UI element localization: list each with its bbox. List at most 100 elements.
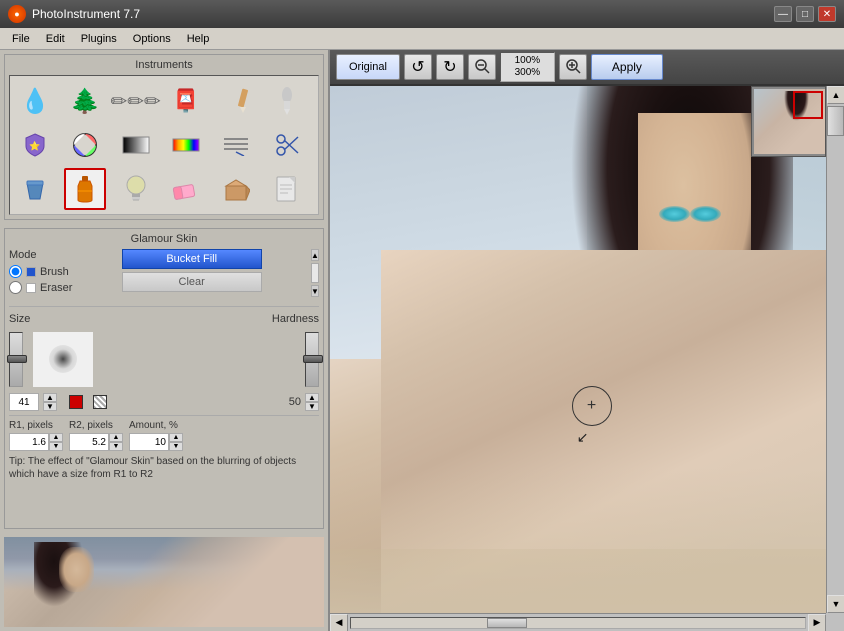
tool-paper[interactable]: [266, 168, 308, 210]
zoom-value: 100%: [507, 55, 548, 67]
size-input[interactable]: [9, 393, 39, 411]
title-bar: ● PhotoInstrument 7.7 — □ ✕: [0, 0, 844, 28]
image-area[interactable]: + ↙ ▲ ▼ ◀: [330, 86, 844, 631]
scroll-v-up-btn[interactable]: ▲: [827, 86, 844, 104]
scroll-v-thumb[interactable]: [827, 106, 844, 136]
tool-dropper[interactable]: 💧: [14, 80, 56, 122]
radio-eraser[interactable]: Eraser: [9, 281, 72, 294]
tool-shield[interactable]: ⭐: [14, 124, 56, 166]
apply-button[interactable]: Apply: [591, 54, 663, 80]
r2-group: R2, pixels ▲ ▼: [69, 420, 123, 451]
r1-input[interactable]: [9, 433, 49, 451]
tool-lines[interactable]: [215, 124, 257, 166]
scroll-h-left-btn[interactable]: ◀: [330, 614, 348, 631]
scroll-h-right-btn[interactable]: ▶: [808, 614, 826, 631]
original-button[interactable]: Original: [336, 54, 400, 80]
hardness-value: 50: [289, 396, 301, 408]
tool-colorwheel[interactable]: [64, 124, 106, 166]
r2-label: R2, pixels: [69, 420, 123, 431]
brush-radio[interactable]: [9, 265, 22, 278]
amount-spin-up[interactable]: ▲: [169, 433, 183, 442]
instruments-grid: 💧 🌲 ✏✏✏ 📮: [9, 75, 319, 215]
tool-scissors[interactable]: [266, 124, 308, 166]
bucket-fill-button[interactable]: Bucket Fill: [122, 249, 262, 269]
tool-brush[interactable]: [215, 80, 257, 122]
r2-spin-up[interactable]: ▲: [109, 433, 123, 442]
size-spin-down[interactable]: ▼: [43, 402, 57, 411]
tool-gradient[interactable]: [115, 124, 157, 166]
eraser-radio[interactable]: [9, 281, 22, 294]
action-buttons: Bucket Fill Clear: [80, 249, 303, 292]
menu-edit[interactable]: Edit: [38, 31, 73, 47]
scroll-down-btn[interactable]: ▼: [311, 285, 319, 297]
close-button[interactable]: ✕: [818, 6, 836, 22]
scroll-v-down-btn[interactable]: ▼: [827, 595, 844, 613]
pattern-swatch[interactable]: [93, 395, 107, 409]
zoom-display: 100% 300%: [500, 52, 555, 82]
hardness-slider[interactable]: [305, 332, 319, 387]
r1-input-row: ▲ ▼: [9, 433, 63, 451]
brush-circle: [49, 345, 77, 373]
size-slider[interactable]: [9, 332, 23, 387]
r2-spin-down[interactable]: ▼: [109, 442, 123, 451]
scroll-h-track[interactable]: [350, 617, 806, 629]
amount-input[interactable]: [129, 433, 169, 451]
tool-pencils[interactable]: ✏✏✏: [115, 80, 157, 122]
slider-area: [9, 329, 319, 389]
hardness-spin-up[interactable]: ▲: [305, 393, 319, 402]
thumbnail-image: [754, 89, 825, 154]
glamour-title: Glamour Skin: [9, 233, 319, 245]
zoom-in-button[interactable]: [559, 54, 587, 80]
hardness-slider-thumb[interactable]: [303, 355, 323, 363]
tool-tree[interactable]: 🌲: [64, 80, 106, 122]
hardness-spinners: ▲ ▼: [305, 393, 319, 411]
tool-box[interactable]: [215, 168, 257, 210]
size-controls: ▲ ▼ 50 ▲ ▼: [9, 393, 319, 411]
tool-stamp[interactable]: 📮: [165, 80, 207, 122]
zoom-out-button[interactable]: [468, 54, 496, 80]
zoom-in-icon: [565, 58, 581, 77]
instruments-title: Instruments: [9, 59, 319, 71]
zoom-max: 300%: [507, 67, 548, 79]
maximize-button[interactable]: □: [796, 6, 814, 22]
amount-label: Amount, %: [129, 420, 183, 431]
radio-group: Brush Eraser: [9, 265, 72, 294]
menu-file[interactable]: File: [4, 31, 38, 47]
scroll-h-thumb[interactable]: [487, 618, 527, 628]
tool-rainbow[interactable]: [165, 124, 207, 166]
menu-plugins[interactable]: Plugins: [73, 31, 125, 47]
amount-spin-down[interactable]: ▼: [169, 442, 183, 451]
tool-bulb[interactable]: [115, 168, 157, 210]
undo-button[interactable]: ↺: [404, 54, 432, 80]
app-logo: ●: [8, 5, 26, 23]
right-panel: Original ↺ ↻ 100% 300%: [330, 50, 844, 631]
preview-face-skin: [59, 547, 94, 592]
menu-help[interactable]: Help: [179, 31, 218, 47]
tool-cup[interactable]: [14, 168, 56, 210]
r2-input[interactable]: [69, 433, 109, 451]
tool-bottle[interactable]: [64, 168, 106, 210]
size-spinners: ▲ ▼: [43, 393, 57, 411]
r1-group: R1, pixels ▲ ▼: [9, 420, 63, 451]
r1-spin-up[interactable]: ▲: [49, 433, 63, 442]
main-container: Instruments 💧 🌲 ✏✏✏ 📮: [0, 50, 844, 631]
color-swatch[interactable]: [69, 395, 83, 409]
size-spin-up[interactable]: ▲: [43, 393, 57, 402]
redo-button[interactable]: ↻: [436, 54, 464, 80]
hardness-spin-down[interactable]: ▼: [305, 402, 319, 411]
svg-text:⭐: ⭐: [29, 140, 40, 151]
clear-button[interactable]: Clear: [122, 272, 262, 292]
minimize-button[interactable]: —: [774, 6, 792, 22]
size-slider-thumb[interactable]: [7, 355, 27, 363]
menu-options[interactable]: Options: [125, 31, 179, 47]
r1-spin-down[interactable]: ▼: [49, 442, 63, 451]
undo-icon: ↺: [411, 57, 424, 77]
tool-marker[interactable]: [266, 80, 308, 122]
scroll-up-btn[interactable]: ▲: [311, 249, 319, 261]
radio-brush[interactable]: Brush: [9, 265, 72, 278]
r2-spinners: ▲ ▼: [109, 433, 123, 451]
tool-eraser[interactable]: [165, 168, 207, 210]
thumbnail-panel: [751, 86, 826, 157]
sliders-section: Size Hardness: [9, 306, 319, 411]
scroll-track: [311, 263, 319, 283]
